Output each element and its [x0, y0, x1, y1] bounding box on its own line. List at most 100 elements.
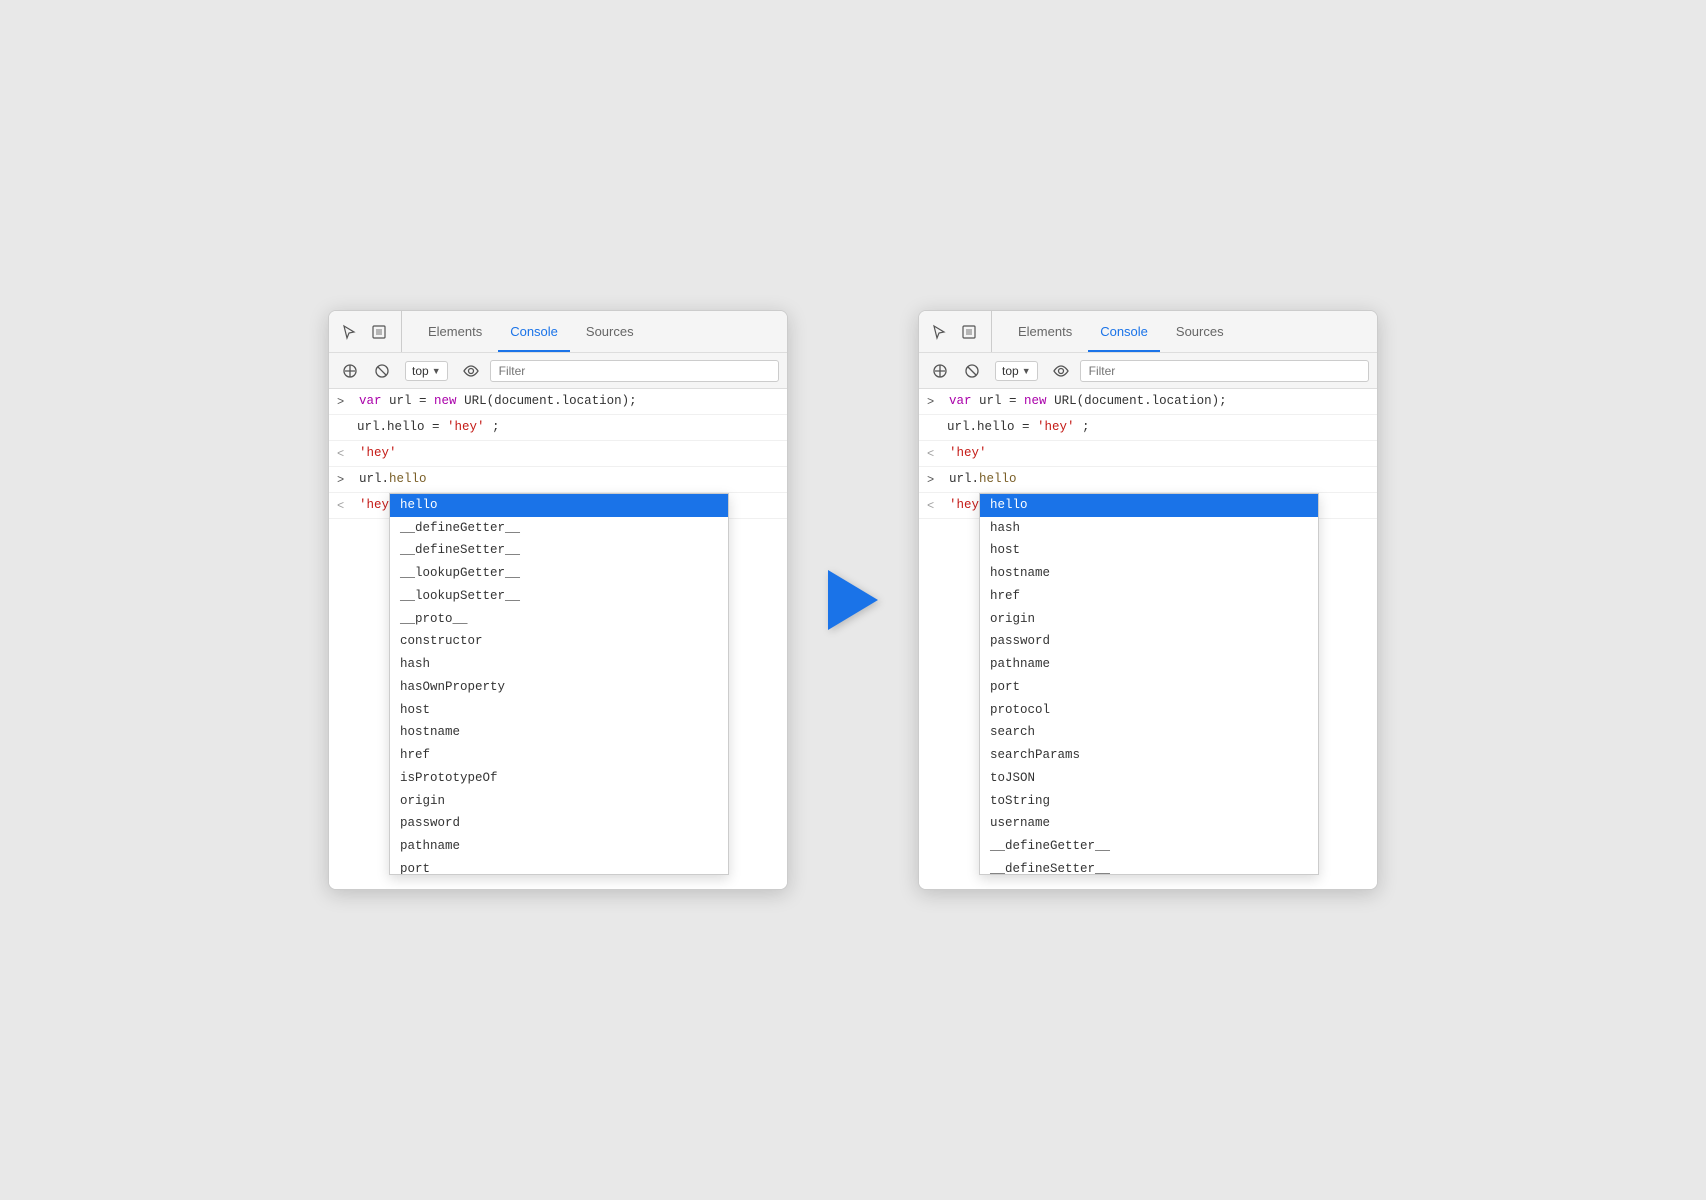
- clear-icon[interactable]: [337, 358, 363, 384]
- autocomplete-item[interactable]: port: [980, 676, 1318, 699]
- output-hey-1: 'hey': [359, 444, 397, 463]
- autocomplete-item[interactable]: host: [390, 699, 728, 722]
- autocomplete-item[interactable]: pathname: [390, 835, 728, 858]
- left-autocomplete-scroll[interactable]: hello __defineGetter__ __defineSetter__ …: [390, 494, 728, 874]
- left-top-selector[interactable]: top ▼: [405, 361, 448, 381]
- right-arrow-icon: [828, 570, 878, 630]
- left-panel: Elements Console Sources: [328, 310, 788, 890]
- output-hey-prefix: 'hey: [359, 496, 389, 515]
- right-inspect-icon[interactable]: [957, 320, 981, 344]
- right-output-hey-prefix: 'hey: [949, 496, 979, 515]
- autocomplete-item[interactable]: password: [390, 812, 728, 835]
- autocomplete-item-hello-right[interactable]: hello: [980, 494, 1318, 517]
- right-autocomplete: hello hash host hostname href origin pas…: [979, 493, 1319, 875]
- left-console-line-5: < 'hey hello __defineGetter__ __defineSe…: [329, 493, 787, 519]
- cursor-icon[interactable]: [337, 320, 361, 344]
- right-clear-icon[interactable]: [927, 358, 953, 384]
- autocomplete-item[interactable]: port: [390, 858, 728, 874]
- left-console-line-1: > var url = new URL(document.location);: [329, 389, 787, 415]
- left-console-body: > var url = new URL(document.location); …: [329, 389, 787, 889]
- arrow-container: [828, 570, 878, 630]
- autocomplete-item[interactable]: origin: [980, 608, 1318, 631]
- autocomplete-item[interactable]: href: [980, 585, 1318, 608]
- eye-icon[interactable]: [458, 358, 484, 384]
- right-tab-sources[interactable]: Sources: [1164, 311, 1236, 352]
- right-toolbar-icons: [927, 311, 992, 352]
- right-console-line-3: < 'hey': [919, 441, 1377, 467]
- right-code-2: url.hello = 'hey' ;: [947, 418, 1090, 437]
- right-prompt-1: >: [927, 392, 941, 411]
- right-chevron-down-icon: ▼: [1022, 366, 1031, 376]
- right-console-line-1: > var url = new URL(document.location);: [919, 389, 1377, 415]
- code-1: var url = new URL(document.location);: [359, 392, 637, 411]
- autocomplete-item[interactable]: protocol: [980, 699, 1318, 722]
- left-tab-console[interactable]: Console: [498, 311, 570, 352]
- right-console-line-5: < 'hey hello hash host hostname href ori…: [919, 493, 1377, 519]
- autocomplete-item[interactable]: hash: [980, 517, 1318, 540]
- right-code-1: var url = new URL(document.location);: [949, 392, 1227, 411]
- autocomplete-item[interactable]: __defineGetter__: [390, 517, 728, 540]
- left-console-line-2: url.hello = 'hey' ;: [329, 415, 787, 441]
- right-console-line-4: > url.hello: [919, 467, 1377, 493]
- autocomplete-item[interactable]: isPrototypeOf: [390, 767, 728, 790]
- right-eye-icon[interactable]: [1048, 358, 1074, 384]
- right-output-hey-1: 'hey': [949, 444, 987, 463]
- autocomplete-item[interactable]: username: [980, 812, 1318, 835]
- right-cursor-icon[interactable]: [927, 320, 951, 344]
- right-console-body: > var url = new URL(document.location); …: [919, 389, 1377, 889]
- left-tab-bar: Elements Console Sources: [329, 311, 787, 353]
- autocomplete-item[interactable]: host: [980, 539, 1318, 562]
- autocomplete-item[interactable]: __defineGetter__: [980, 835, 1318, 858]
- right-prompt-2: >: [927, 470, 941, 489]
- left-tab-sources[interactable]: Sources: [574, 311, 646, 352]
- autocomplete-item[interactable]: toJSON: [980, 767, 1318, 790]
- right-top-selector[interactable]: top ▼: [995, 361, 1038, 381]
- autocomplete-item[interactable]: __lookupGetter__: [390, 562, 728, 585]
- right-panel: Elements Console Sources: [918, 310, 1378, 890]
- autocomplete-item[interactable]: toString: [980, 790, 1318, 813]
- inspect-icon[interactable]: [367, 320, 391, 344]
- autocomplete-item[interactable]: password: [980, 630, 1318, 653]
- autocomplete-item[interactable]: hostname: [980, 562, 1318, 585]
- autocomplete-item[interactable]: hostname: [390, 721, 728, 744]
- prompt-out-2: <: [337, 496, 351, 515]
- left-console-line-3: < 'hey': [329, 441, 787, 467]
- right-toolbar: top ▼: [919, 353, 1377, 389]
- code-2: url.hello = 'hey' ;: [357, 418, 500, 437]
- autocomplete-item[interactable]: __defineSetter__: [390, 539, 728, 562]
- prompt-1: >: [337, 392, 351, 411]
- right-autocomplete-scroll[interactable]: hello hash host hostname href origin pas…: [980, 494, 1318, 874]
- right-console-line-2: url.hello = 'hey' ;: [919, 415, 1377, 441]
- block-icon[interactable]: [369, 358, 395, 384]
- right-tab-console[interactable]: Console: [1088, 311, 1160, 352]
- right-prompt-out-2: <: [927, 496, 941, 515]
- right-tab-bar: Elements Console Sources: [919, 311, 1377, 353]
- autocomplete-item[interactable]: search: [980, 721, 1318, 744]
- main-wrapper: Elements Console Sources: [328, 310, 1378, 890]
- autocomplete-item[interactable]: origin: [390, 790, 728, 813]
- code-3: url.hello: [359, 470, 427, 489]
- left-toolbar: top ▼: [329, 353, 787, 389]
- left-console-line-4: > url.hello: [329, 467, 787, 493]
- right-filter-input[interactable]: [1080, 360, 1369, 382]
- autocomplete-item[interactable]: searchParams: [980, 744, 1318, 767]
- prompt-out-1: <: [337, 444, 351, 463]
- autocomplete-item[interactable]: href: [390, 744, 728, 767]
- left-toolbar-icons: [337, 311, 402, 352]
- right-tab-elements[interactable]: Elements: [1006, 311, 1084, 352]
- right-code-3: url.hello: [949, 470, 1017, 489]
- autocomplete-item[interactable]: __defineSetter__: [980, 858, 1318, 874]
- prompt-2: >: [337, 470, 351, 489]
- right-prompt-out-1: <: [927, 444, 941, 463]
- autocomplete-item-hello-left[interactable]: hello: [390, 494, 728, 517]
- autocomplete-item[interactable]: hash: [390, 653, 728, 676]
- left-tab-elements[interactable]: Elements: [416, 311, 494, 352]
- right-block-icon[interactable]: [959, 358, 985, 384]
- autocomplete-item[interactable]: pathname: [980, 653, 1318, 676]
- left-autocomplete: hello __defineGetter__ __defineSetter__ …: [389, 493, 729, 875]
- left-filter-input[interactable]: [490, 360, 779, 382]
- autocomplete-item[interactable]: __proto__: [390, 608, 728, 631]
- autocomplete-item[interactable]: constructor: [390, 630, 728, 653]
- autocomplete-item[interactable]: hasOwnProperty: [390, 676, 728, 699]
- autocomplete-item[interactable]: __lookupSetter__: [390, 585, 728, 608]
